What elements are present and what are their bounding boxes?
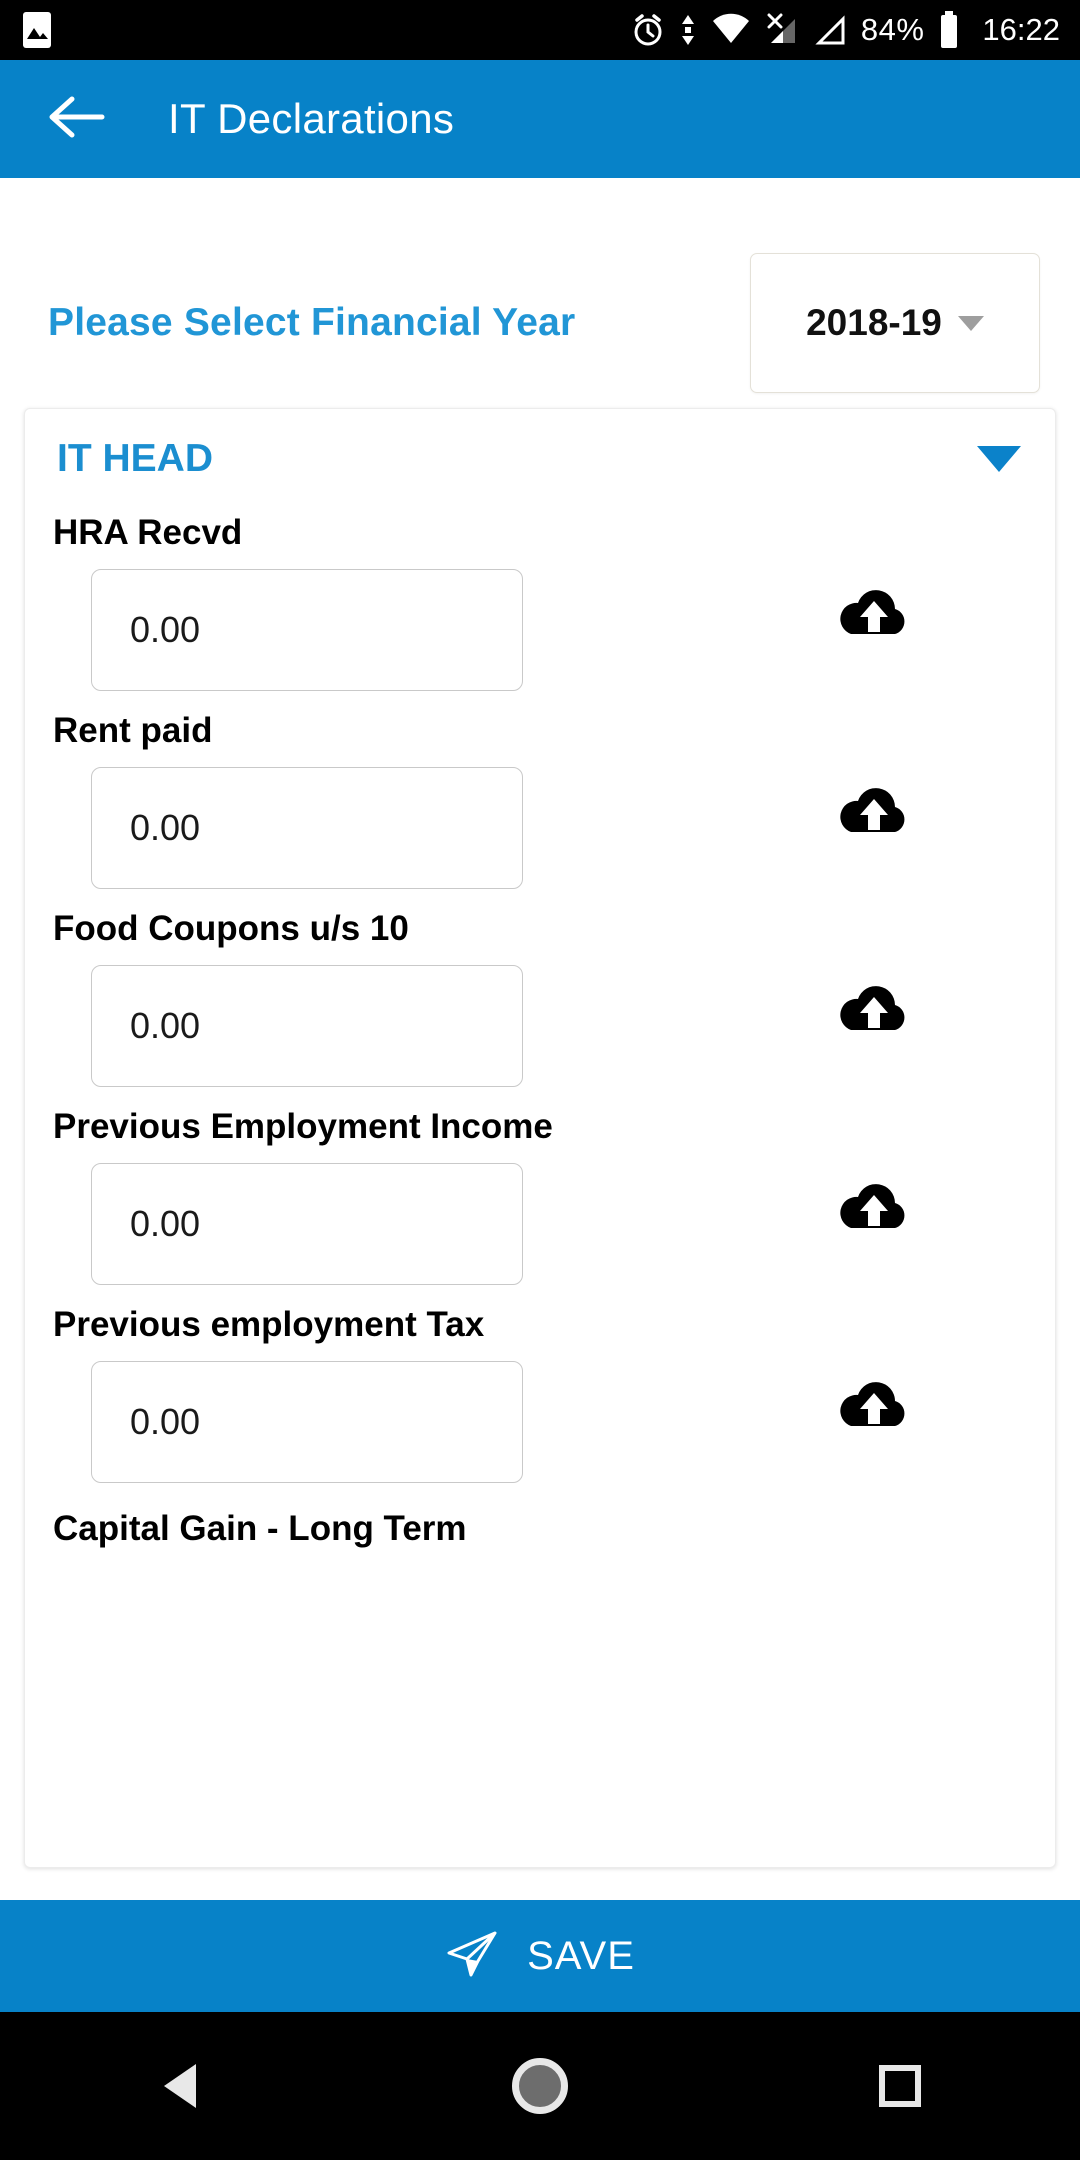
field-main: Capital Gain - Long Term [53,1489,693,1565]
field-main: Rent paid 0.00 [53,697,693,889]
hra-recvd-input[interactable]: 0.00 [91,569,523,691]
it-head-header[interactable]: IT HEAD [25,409,1055,487]
field-label: Previous employment Tax [53,1305,485,1344]
upload-cell [693,697,1055,850]
phone-screen: 84% 16:22 IT Declarations Please Select … [0,0,1080,2160]
page-title: IT Declarations [168,95,455,142]
field-label: Rent paid [53,711,213,750]
previous-employment-income-input[interactable]: 0.00 [91,1163,523,1285]
field-main: HRA Recvd 0.00 [53,499,693,691]
nav-back-icon [164,2064,196,2108]
signal-icon [813,13,847,47]
wifi-icon [711,13,751,47]
field-row: Capital Gain - Long Term [25,1489,1055,1565]
nav-home-button[interactable] [465,2036,615,2136]
upload-cell [693,895,1055,1048]
status-bar-left [0,11,52,49]
upload-cell [693,1093,1055,1246]
chevron-down-icon [957,315,984,331]
field-label: Food Coupons u/s 10 [53,909,409,948]
data-transfer-icon [679,13,697,47]
financial-year-row: Please Select Financial Year 2018-19 [0,178,1080,408]
field-main: Previous Employment Income 0.00 [53,1093,693,1285]
back-arrow-icon [46,93,106,146]
battery-icon [938,11,960,49]
field-row: Previous employment Tax 0.00 [25,1291,1055,1483]
status-bar-right: 84% 16:22 [631,11,1080,49]
previous-employment-tax-input[interactable]: 0.00 [91,1361,523,1483]
nav-back-button[interactable] [105,2036,255,2136]
financial-year-select[interactable]: 2018-19 [750,253,1040,393]
section-title: IT HEAD [57,437,213,480]
status-bar-clock: 16:22 [982,12,1060,47]
cloud-upload-icon[interactable] [835,585,913,652]
field-label: Capital Gain - Long Term [53,1509,467,1548]
sim-no-signal-icon [765,13,799,47]
cloud-upload-icon[interactable] [835,981,913,1048]
field-list: HRA Recvd 0.00 Rent paid 0.00 Food Coupo… [25,487,1055,1565]
back-button[interactable] [28,71,124,167]
send-icon [445,1929,499,1984]
it-head-card: IT HEAD HRA Recvd 0.00 Rent paid 0.00 Fo… [24,408,1056,1868]
image-icon [22,11,52,49]
food-coupons-input[interactable]: 0.00 [91,965,523,1087]
alarm-icon [631,13,665,47]
field-row: Previous Employment Income 0.00 [25,1093,1055,1285]
save-button[interactable]: SAVE [0,1900,1080,2012]
field-main: Previous employment Tax 0.00 [53,1291,693,1483]
field-label: HRA Recvd [53,513,243,552]
upload-cell [693,499,1055,652]
field-row: HRA Recvd 0.00 [25,499,1055,691]
battery-percent-label: 84% [860,12,925,47]
financial-year-label: Please Select Financial Year [48,301,576,344]
save-label: SAVE [527,1933,635,1978]
cloud-upload-icon[interactable] [835,1179,913,1246]
android-nav-bar [0,2012,1080,2160]
rent-paid-input[interactable]: 0.00 [91,767,523,889]
field-label: Previous Employment Income [53,1107,553,1146]
content-area: Please Select Financial Year 2018-19 IT … [0,178,1080,1900]
nav-recents-button[interactable] [825,2036,975,2136]
cloud-upload-icon[interactable] [835,783,913,850]
nav-home-icon [512,2058,568,2114]
nav-recents-icon [879,2065,921,2107]
field-main: Food Coupons u/s 10 0.00 [53,895,693,1087]
cloud-upload-icon[interactable] [835,1377,913,1444]
financial-year-value: 2018-19 [806,302,942,343]
upload-cell [693,1291,1055,1444]
field-row: Rent paid 0.00 [25,697,1055,889]
app-bar: IT Declarations [0,60,1080,178]
field-row: Food Coupons u/s 10 0.00 [25,895,1055,1087]
chevron-down-icon[interactable] [977,446,1021,472]
status-bar: 84% 16:22 [0,0,1080,60]
